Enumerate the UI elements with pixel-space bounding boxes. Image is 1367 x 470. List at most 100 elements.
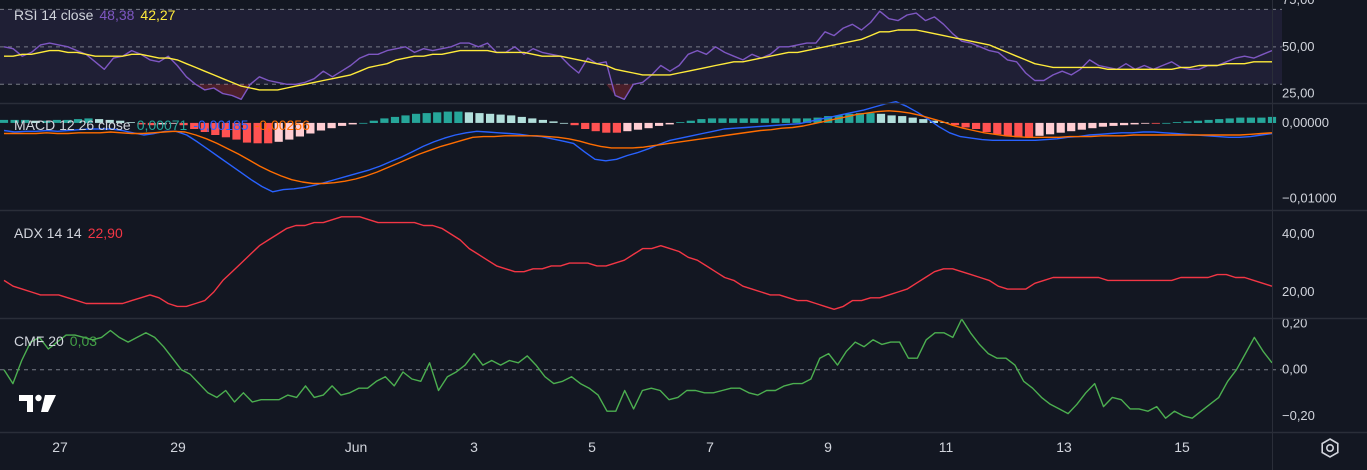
macd-histogram-bar bbox=[676, 122, 685, 123]
macd-histogram-bar bbox=[1014, 122, 1023, 138]
macd-histogram-bar bbox=[507, 115, 516, 123]
macd-histogram-bar bbox=[380, 118, 389, 123]
macd-histogram-bar bbox=[486, 113, 495, 123]
macd-histogram-bar bbox=[1151, 122, 1160, 124]
time-tick-label: 9 bbox=[824, 439, 832, 455]
macd-histogram-bar bbox=[982, 122, 991, 132]
macd-series-line bbox=[3, 101, 1273, 193]
cmf-title: CMF 20 bbox=[14, 333, 64, 349]
macd-histogram-bar bbox=[1067, 122, 1076, 132]
macd-y-tick: −0,01000 bbox=[1282, 191, 1337, 206]
macd-histogram-bar bbox=[338, 122, 347, 126]
time-tick-label: Jun bbox=[345, 439, 368, 455]
macd-histogram-bar bbox=[327, 122, 336, 129]
macd-histogram-bar bbox=[1130, 122, 1139, 125]
macd-histogram-bar bbox=[422, 113, 431, 123]
macd-histogram-bar bbox=[612, 122, 621, 133]
macd-histogram-bar bbox=[887, 115, 896, 123]
chart-canvas: 75,0050,0025,00 0,00000−0,01000 40,0020,… bbox=[0, 0, 1367, 470]
macd-histogram-bar bbox=[697, 119, 706, 123]
macd-histogram-bar bbox=[707, 118, 717, 123]
macd-histogram-bar bbox=[898, 116, 907, 123]
macd-histogram-value: 0,00071 bbox=[136, 117, 188, 133]
macd-histogram-bar bbox=[401, 115, 410, 123]
macd-histogram-bar bbox=[517, 116, 526, 123]
macd-histogram-bar bbox=[359, 122, 368, 124]
macd-histogram-bar bbox=[538, 119, 547, 123]
rsi-pane: 75,00 50,00 25,00 bbox=[0, 0, 1315, 101]
time-tick-label: 27 bbox=[52, 439, 68, 455]
settings-icon[interactable] bbox=[1319, 437, 1341, 459]
macd-histogram-bar bbox=[1172, 122, 1181, 123]
rsi-oversold-fill bbox=[4, 84, 1272, 100]
macd-histogram-bar bbox=[581, 122, 590, 129]
macd-histogram-bar bbox=[665, 122, 674, 125]
macd-histogram-bar bbox=[644, 122, 653, 129]
adx-y-tick: 20,00 bbox=[1282, 284, 1315, 299]
macd-histogram-bar bbox=[1141, 122, 1150, 124]
macd-histogram-bar bbox=[1236, 117, 1245, 123]
macd-histogram-bar bbox=[549, 121, 558, 123]
macd-histogram-bar bbox=[792, 118, 801, 123]
macd-line-value: -0,00185 bbox=[193, 117, 249, 133]
macd-histogram-bar bbox=[454, 111, 463, 123]
rsi-y-tick: 75,00 bbox=[1282, 0, 1315, 7]
macd-histogram-bar bbox=[433, 112, 442, 123]
macd-histogram-bar bbox=[559, 122, 569, 124]
macd-histogram-bar bbox=[1162, 122, 1171, 124]
macd-histogram-bar bbox=[718, 118, 727, 123]
macd-histogram-bar bbox=[1193, 120, 1203, 123]
macd-histogram-bar bbox=[760, 118, 769, 123]
time-tick-label: 11 bbox=[939, 439, 954, 455]
macd-histogram-bar bbox=[1088, 122, 1097, 129]
macd-histogram-bar bbox=[1035, 122, 1044, 136]
macd-histogram-bar bbox=[1225, 118, 1234, 123]
macd-histogram-bar bbox=[369, 120, 378, 123]
macd-histogram-bar bbox=[1109, 122, 1118, 126]
time-tick-label: 7 bbox=[706, 439, 714, 455]
adx-value: 22,90 bbox=[87, 225, 123, 241]
macd-histogram-bar bbox=[1003, 122, 1012, 136]
macd-histogram-bar bbox=[0, 119, 9, 123]
macd-histogram-bar bbox=[464, 112, 473, 123]
macd-histogram-bar bbox=[602, 122, 611, 133]
macd-histogram-bar bbox=[771, 118, 780, 123]
rsi-value: 48,38 bbox=[99, 7, 135, 23]
macd-histogram-bar bbox=[390, 116, 400, 123]
cmf-y-tick: 0,00 bbox=[1282, 362, 1307, 377]
macd-signal-value: -0,00256 bbox=[254, 117, 310, 133]
cmf-y-tick: −0,20 bbox=[1282, 408, 1315, 423]
macd-histogram-bar bbox=[876, 113, 886, 123]
macd-histogram-bar bbox=[781, 118, 790, 123]
macd-histogram-bar bbox=[1056, 122, 1065, 133]
macd-histogram-bar bbox=[1246, 117, 1255, 123]
macd-histogram-bar bbox=[412, 113, 421, 123]
macd-histogram-bar bbox=[591, 122, 600, 132]
macd-histogram-bar bbox=[739, 118, 748, 123]
macd-histogram-bar bbox=[316, 122, 326, 131]
cmf-pane: 0,200,00−0,20 bbox=[0, 316, 1315, 423]
macd-histogram-bar bbox=[1024, 122, 1034, 138]
macd-histogram-bar bbox=[623, 122, 632, 132]
macd-histogram-bar bbox=[528, 118, 537, 123]
macd-histogram-bar bbox=[1098, 122, 1107, 127]
macd-histogram-bar bbox=[1046, 122, 1055, 135]
macd-histogram-bar bbox=[655, 122, 664, 126]
macd-histogram-bar bbox=[570, 122, 579, 126]
rsi-label: RSI 14 close 48,38 42,27 bbox=[14, 7, 181, 23]
macd-histogram-bar bbox=[686, 120, 695, 123]
macd-histogram-bar bbox=[633, 122, 643, 130]
adx-series-line bbox=[3, 216, 1273, 310]
time-tick-label: 5 bbox=[588, 439, 596, 455]
time-tick-label: 3 bbox=[470, 439, 478, 455]
macd-histogram-bar bbox=[972, 122, 981, 129]
macd-histogram-bar bbox=[348, 122, 357, 125]
macd-histogram-bar bbox=[993, 122, 1002, 135]
macd-histogram-bar bbox=[496, 114, 505, 123]
time-tick-label: 15 bbox=[1174, 439, 1190, 455]
macd-histogram-bar bbox=[475, 113, 484, 123]
macd-y-tick: 0,00000 bbox=[1282, 115, 1329, 130]
cmf-value: 0,03 bbox=[69, 333, 98, 349]
macd-histogram-bar bbox=[908, 117, 917, 123]
macd-histogram-bar bbox=[1183, 121, 1192, 123]
